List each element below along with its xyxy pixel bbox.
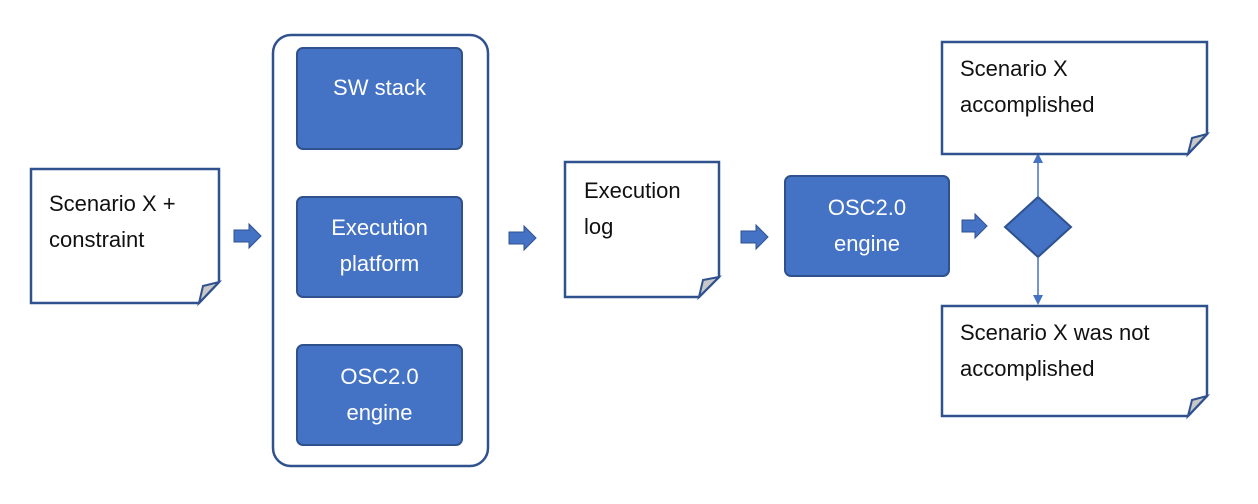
sw-stack-label: SW stack (333, 75, 427, 100)
execution-platform-line-1: Execution (331, 215, 428, 240)
execution-log-document: Execution log (563, 160, 722, 301)
osc-engine-line-2: engine (834, 231, 900, 256)
not-accomplished-line-2: accomplished (960, 356, 1095, 381)
sw-stack-box: SW stack (296, 47, 463, 150)
osc-engine-inner-line-1: OSC2.0 (340, 364, 418, 389)
execution-log-line-2: log (584, 214, 613, 239)
input-document-line-2: constraint (49, 227, 144, 252)
accomplished-line-2: accomplished (960, 92, 1095, 117)
not-accomplished-line-1: Scenario X was not (960, 320, 1150, 345)
execution-platform-line-2: platform (340, 251, 419, 276)
block-arrow-2 (508, 224, 537, 252)
decision-diamond (1003, 195, 1073, 259)
execution-platform-box: Execution platform (296, 196, 463, 298)
flow-diagram: Scenario X + constraint SW stack Executi… (29, 33, 1211, 468)
osc-engine-inner-line-2: engine (346, 400, 412, 425)
accomplished-document: Scenario X accomplished (940, 40, 1211, 158)
accomplished-line-1: Scenario X (960, 56, 1068, 81)
input-document: Scenario X + constraint (29, 167, 223, 307)
block-arrow-1 (233, 222, 262, 250)
execution-log-line-1: Execution (584, 178, 681, 203)
osc-engine-inner-box: OSC2.0 engine (296, 344, 463, 446)
not-accomplished-document: Scenario X was not accomplished (940, 304, 1211, 420)
block-arrow-3 (740, 223, 769, 251)
input-document-line-1: Scenario X + (49, 191, 176, 216)
block-arrow-4 (961, 212, 988, 240)
osc-engine-line-1: OSC2.0 (828, 195, 906, 220)
osc-engine-box: OSC2.0 engine (784, 175, 950, 277)
